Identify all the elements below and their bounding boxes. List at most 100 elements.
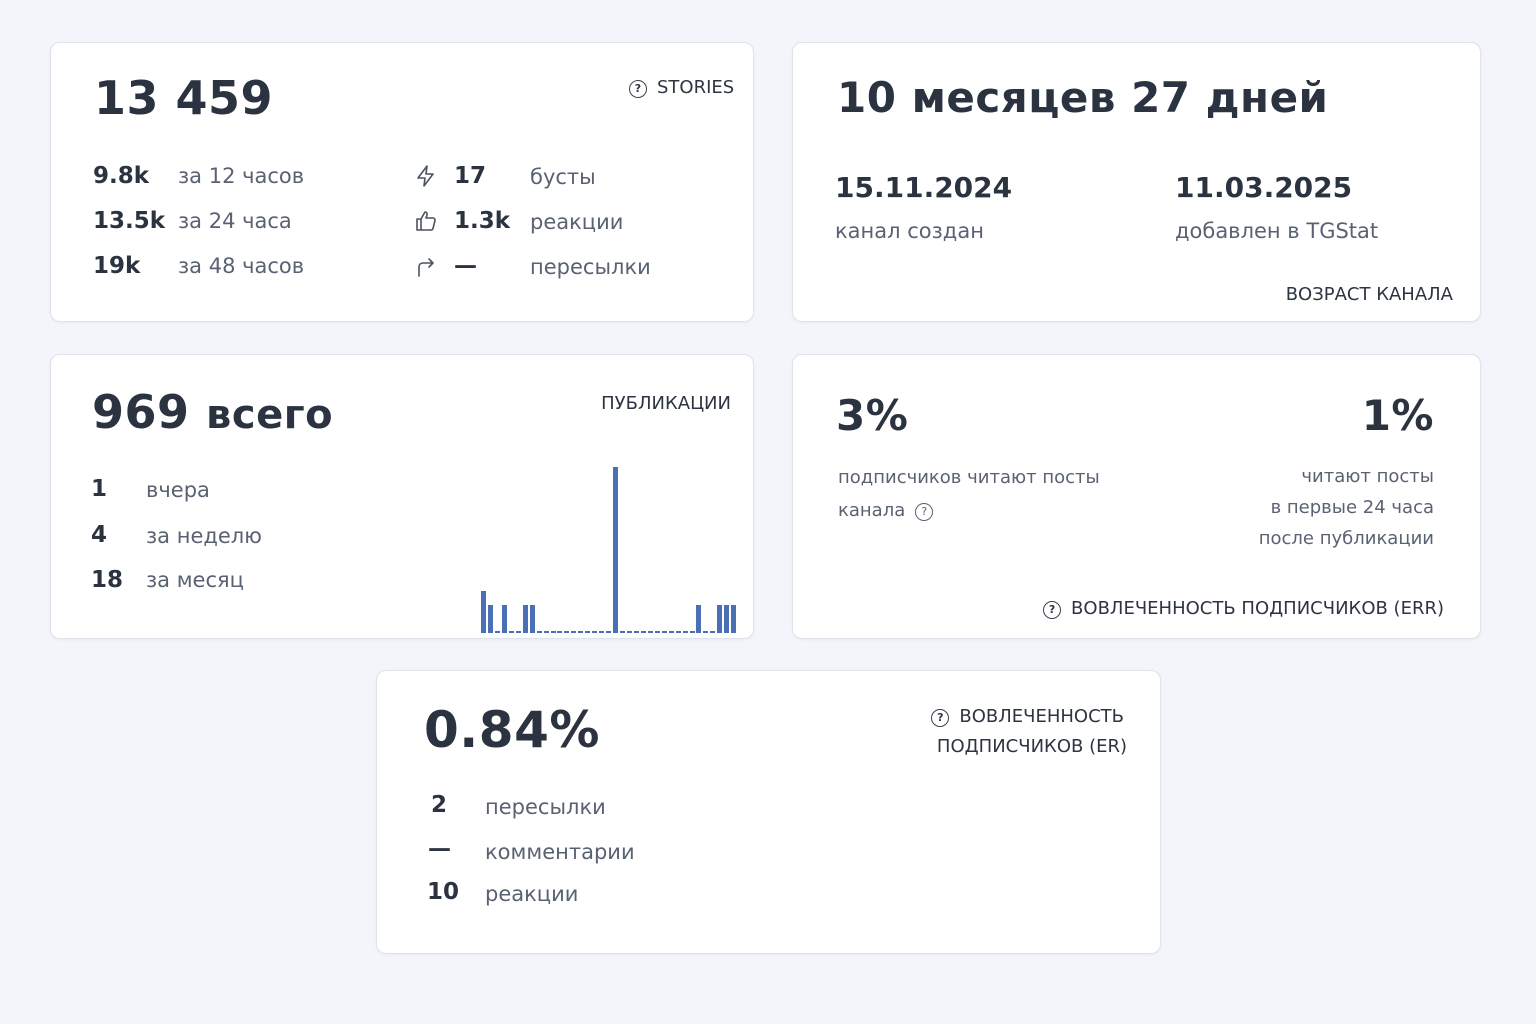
growth-label: за 48 часов [178,254,305,278]
err-value-left: 3% [836,391,909,440]
reactions-label: реакции [530,210,624,234]
chart-bar-empty[interactable] [551,631,556,633]
chart-bar-empty[interactable] [571,631,576,633]
help-icon[interactable]: ? [1043,601,1062,619]
chart-bar-empty[interactable] [669,631,674,633]
help-icon[interactable]: ? [915,503,934,521]
chart-bar-empty[interactable] [564,631,569,633]
chart-bar-empty[interactable] [585,631,590,633]
er-value: 0.84% [424,701,600,759]
chart-bar-empty[interactable] [634,631,639,633]
err-card[interactable]: 3% подписчиков читают посты канала? 1% ч… [792,354,1481,639]
publications-chart [481,465,749,635]
boosts-value: 17 [454,163,487,189]
err-tag-label: ВОВЛЕЧЕННОСТЬ ПОДПИСЧИКОВ (ERR) [1071,598,1444,619]
page: { "subscribers": { "total": "13 459", "t… [0,0,1536,1024]
chart-bar[interactable] [731,605,736,633]
chart-bar[interactable] [481,591,486,633]
chart-bar[interactable] [717,605,722,633]
publications-total-suffix: всего [206,392,334,438]
forwards-value: — [454,253,477,279]
err-label-right-line3: после публикации [1258,528,1434,549]
chart-bar-empty[interactable] [690,631,695,633]
err-tag[interactable]: ? ВОВЛЕЧЕННОСТЬ ПОДПИСЧИКОВ (ERR) [1043,598,1444,619]
chart-bar-empty[interactable] [627,631,632,633]
chart-bar-empty[interactable] [710,631,715,633]
added-date: 11.03.2025 [1175,171,1353,204]
help-icon[interactable]: ? [931,709,950,727]
er-stat-value: 10 [427,879,460,905]
stories-tag-label: STORIES [657,77,735,98]
growth-label: за 24 часа [178,209,292,233]
pub-stat-value: 1 [91,476,108,502]
chart-bar-empty[interactable] [509,631,514,633]
chart-bar-empty[interactable] [683,631,688,633]
err-value-right: 1% [1361,391,1434,440]
chart-bar-empty[interactable] [557,631,562,633]
subscribers-card[interactable]: 13 459 ? STORIES 9.8k за 12 часов 13.5k з… [50,42,754,322]
er-stat-label: реакции [485,882,579,906]
chart-bar[interactable] [488,605,493,633]
err-label-left-line1: подписчиков читают посты [838,467,1100,488]
chart-bar-empty[interactable] [655,631,660,633]
pub-stat-value: 18 [91,567,124,593]
chart-bar-empty[interactable] [592,631,597,633]
er-card[interactable]: 0.84% ? ВОВЛЕЧЕННОСТЬ ПОДПИСЧИКОВ (ER) 2 … [376,670,1161,954]
channel-age-card[interactable]: 10 месяцев 27 дней 15.11.2024 канал созд… [792,42,1481,322]
er-stat-value: 2 [431,792,448,818]
er-stat-label: пересылки [485,795,606,819]
growth-value: 9.8k [93,163,150,189]
pub-stat-value: 4 [91,522,108,548]
chart-bar-empty[interactable] [676,631,681,633]
er-stat-value: — [428,836,451,862]
chart-bar-empty[interactable] [648,631,653,633]
chart-bar-empty[interactable] [578,631,583,633]
pub-stat-label: вчера [146,478,210,502]
chart-bar-empty[interactable] [537,631,542,633]
chart-bar-empty[interactable] [641,631,646,633]
er-tag-line1-label: ВОВЛЕЧЕННОСТЬ [959,706,1124,727]
chart-bar[interactable] [696,605,701,633]
created-date: 15.11.2024 [835,171,1013,204]
boosts-label: бусты [530,165,596,189]
chart-bar[interactable] [530,605,535,633]
chart-bar-empty[interactable] [620,631,625,633]
channel-age-value: 10 месяцев 27 дней [837,73,1329,122]
growth-value: 13.5k [93,208,166,234]
added-label: добавлен в TGStat [1175,219,1379,243]
publications-tag: ПУБЛИКАЦИИ [601,393,731,414]
chart-bar-empty[interactable] [495,631,500,633]
er-tag-line1[interactable]: ? ВОВЛЕЧЕННОСТЬ [931,706,1124,727]
publications-total-value: 969 [92,385,190,439]
chart-bar-empty[interactable] [599,631,604,633]
growth-value: 19k [93,253,141,279]
err-label-right-line1: читают посты [1301,466,1434,487]
err-label-right-line2: в первые 24 часа [1270,497,1434,518]
er-tag-line2: ПОДПИСЧИКОВ (ER) [936,736,1127,757]
chart-bar[interactable] [613,467,618,633]
publications-card[interactable]: 969 всего ПУБЛИКАЦИИ 1 вчера 4 за неделю… [50,354,754,639]
growth-label: за 12 часов [178,164,305,188]
err-label-left-line2: канала? [838,500,934,521]
forward-arrow-icon [418,258,434,277]
pub-stat-label: за месяц [146,568,244,592]
chart-bar[interactable] [724,605,729,633]
er-stat-label: комментарии [485,840,635,864]
lightning-icon [417,165,434,187]
subscribers-total: 13 459 [94,71,274,125]
chart-bar-empty[interactable] [516,631,521,633]
created-label: канал создан [835,219,984,243]
pub-stat-label: за неделю [146,524,262,548]
channel-age-tag: ВОЗРАСТ КАНАЛА [1285,284,1453,305]
stories-tag[interactable]: ? STORIES [629,77,734,98]
help-icon[interactable]: ? [629,80,647,98]
publications-total: 969 всего [92,385,333,439]
chart-bar-empty[interactable] [703,631,708,633]
chart-bar-empty[interactable] [544,631,549,633]
reactions-value: 1.3k [454,208,511,234]
chart-bar[interactable] [523,605,528,633]
chart-bar-empty[interactable] [662,631,667,633]
err-label-left-line2-text: канала [838,500,906,521]
chart-bar[interactable] [502,605,507,633]
chart-bar-empty[interactable] [606,631,611,633]
